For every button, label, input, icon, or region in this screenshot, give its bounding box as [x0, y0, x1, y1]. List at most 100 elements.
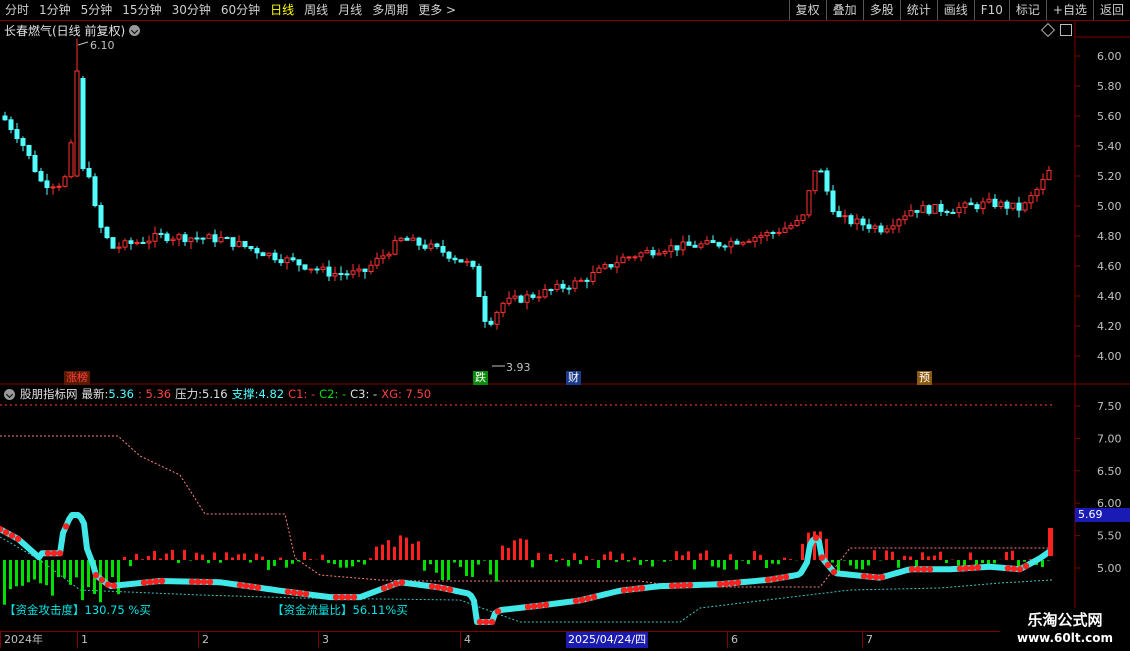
histogram-bar	[363, 560, 366, 565]
histogram-bar	[33, 560, 36, 579]
kline-chart: 6.005.805.605.405.205.004.804.604.404.20…	[0, 0, 1130, 650]
histogram-bar	[525, 540, 528, 560]
main-line-red-dot	[189, 578, 195, 584]
c2-value: C2: -	[319, 387, 346, 401]
main-line-red-dot	[285, 589, 291, 595]
candle-body	[339, 274, 343, 275]
histogram-bar	[945, 560, 948, 563]
histogram-bar	[279, 558, 282, 560]
main-line-red-dot	[489, 619, 495, 625]
candle-body	[411, 238, 415, 240]
histogram-bar	[9, 560, 12, 589]
histogram-bar	[921, 552, 924, 560]
candle-body	[585, 280, 589, 281]
main-line-red-dot	[819, 554, 825, 560]
histogram-bar	[585, 556, 588, 560]
histogram-bar	[339, 560, 342, 568]
drop-badge[interactable]: 跌	[473, 371, 488, 385]
indicator-axis-label: 7.00	[1097, 432, 1122, 445]
candle-body	[1011, 203, 1015, 208]
candle-body	[465, 261, 469, 262]
candle-body	[729, 241, 733, 247]
candle-body	[801, 215, 805, 221]
indicator-header: 股朋指标网 最新: 5.36 : 5.36 压力: 5.16 支撑: 4.82 …	[4, 386, 435, 402]
candle-body	[135, 242, 139, 243]
main-line-red-dot	[399, 579, 405, 585]
candle-body	[741, 242, 745, 244]
candle-body	[489, 321, 493, 324]
candle-body	[867, 225, 871, 229]
main-line-red-dot	[333, 594, 339, 600]
price-axis-label: 6.00	[1097, 50, 1122, 63]
main-line-red-dot	[93, 572, 99, 578]
candle-body	[897, 220, 901, 226]
histogram-bar	[693, 560, 696, 569]
histogram-bar	[207, 560, 210, 563]
candle-body	[657, 253, 661, 255]
histogram-bar	[249, 560, 252, 562]
forecast-badge[interactable]: 预	[917, 371, 932, 385]
candle-body	[99, 206, 103, 228]
candle-body	[807, 191, 811, 215]
candle-body	[705, 241, 709, 244]
histogram-bar	[783, 558, 786, 560]
candle-body	[171, 239, 175, 240]
candle-body	[267, 253, 271, 255]
candle-body	[609, 265, 613, 267]
candle-body	[123, 241, 127, 247]
candle-body	[921, 206, 925, 213]
candle-body	[717, 243, 721, 246]
histogram-bar	[861, 560, 864, 570]
histogram-bar	[1005, 552, 1008, 560]
main-line-red-dot	[675, 582, 681, 588]
candle-body	[885, 229, 889, 232]
watermark: 乐淘公式网 www.60lt.com	[1000, 608, 1130, 650]
candle-body	[825, 171, 829, 191]
histogram-bar	[591, 559, 594, 560]
histogram-bar	[519, 538, 522, 560]
watermark-url: www.60lt.com	[1000, 630, 1130, 646]
main-line-red-dot	[351, 594, 357, 600]
main-line-red-dot	[777, 575, 783, 581]
histogram-bar	[45, 560, 48, 585]
main-line-red-dot	[249, 584, 255, 590]
candle-body	[855, 219, 859, 224]
chevron-down-icon[interactable]	[4, 389, 15, 400]
candle-body	[165, 234, 169, 241]
main-line-red-dot	[243, 583, 249, 589]
main-line-red-dot	[825, 562, 831, 568]
current-price-tag: 5.69	[1075, 508, 1130, 522]
histogram-bar	[939, 552, 942, 560]
histogram-bar	[663, 560, 666, 562]
histogram-bar	[489, 560, 492, 574]
limit-up-badge[interactable]: 涨榜	[64, 371, 90, 385]
candle-body	[681, 242, 685, 250]
price-axis-label: 5.20	[1097, 170, 1122, 183]
main-line-red-dot	[687, 582, 693, 588]
candle-body	[321, 267, 325, 269]
main-line-red-dot	[585, 595, 591, 601]
histogram-bar	[567, 560, 570, 566]
candle-body	[459, 260, 463, 262]
histogram-bar	[225, 552, 228, 560]
histogram-bar	[969, 553, 972, 560]
main-line-red-dot	[99, 577, 105, 583]
histogram-bar	[825, 539, 828, 560]
candle-body	[33, 155, 37, 171]
candle-body	[345, 274, 349, 275]
indicator-name: 股朋指标网	[20, 386, 78, 402]
histogram-bar	[75, 560, 78, 577]
candle-body	[249, 247, 253, 249]
histogram-bar	[993, 560, 996, 563]
latest-value: 5.36	[108, 387, 134, 401]
histogram-bar	[189, 560, 192, 561]
histogram-bar	[897, 560, 900, 568]
main-line-red-dot	[435, 584, 441, 590]
main-line-red-dot	[909, 566, 915, 572]
candle-body	[651, 250, 655, 254]
histogram-bar	[843, 560, 846, 561]
candle-body	[621, 257, 625, 262]
histogram-bar	[477, 560, 480, 565]
finance-badge[interactable]: 财	[566, 371, 581, 385]
histogram-bar	[537, 553, 540, 560]
